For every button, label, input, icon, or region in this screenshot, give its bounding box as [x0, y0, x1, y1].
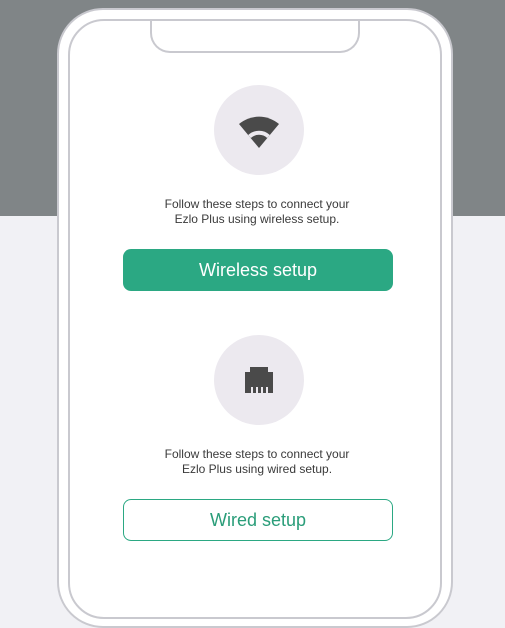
- wireless-description-line2: Ezlo Plus using wireless setup.: [174, 212, 340, 226]
- wired-description-line1: Follow these steps to connect your: [164, 447, 350, 461]
- wired-setup-button[interactable]: Wired setup: [123, 499, 393, 541]
- phone-notch: [150, 21, 360, 53]
- ethernet-icon-circle: [214, 335, 304, 425]
- wireless-description: Follow these steps to connect your Ezlo …: [90, 197, 424, 227]
- wifi-icon-circle: [214, 85, 304, 175]
- wifi-icon: [239, 116, 279, 148]
- wired-description: Follow these steps to connect your Ezlo …: [90, 447, 424, 477]
- wired-setup-button-label: Wired setup: [209, 509, 307, 530]
- wireless-setup-button[interactable]: Wireless setup: [123, 249, 393, 291]
- wireless-description-line1: Follow these steps to connect your: [164, 197, 350, 211]
- wired-description-line2: Ezlo Plus using wired setup.: [181, 462, 333, 476]
- ethernet-port-icon: [245, 367, 273, 393]
- phone-screen: Follow these steps to connect your Ezlo …: [68, 19, 442, 619]
- wireless-setup-button-label: Wireless setup: [198, 259, 318, 280]
